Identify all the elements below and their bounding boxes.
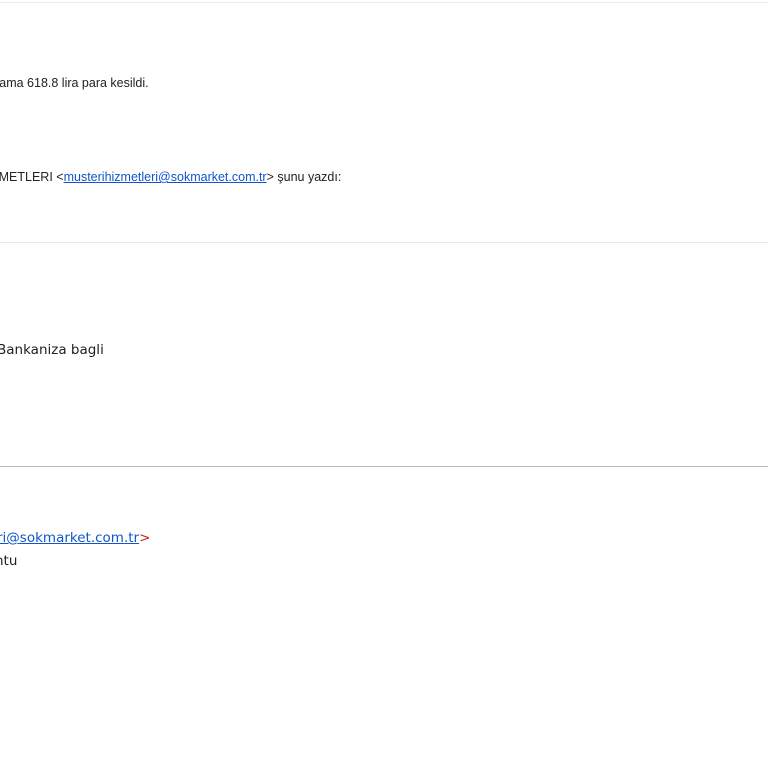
quoted-subject-text: ntu xyxy=(0,553,18,569)
quote-attribution-line: ZMETLERI <musterihizmetleri@sokmarket.co… xyxy=(0,169,341,185)
quote-divider xyxy=(0,242,768,243)
top-divider xyxy=(0,2,768,3)
quoted-from-line: ri@sokmarket.com.tr> xyxy=(0,529,150,547)
quoted-from-bracket: > xyxy=(139,530,151,546)
quote-sender-name: ZMETLERI < xyxy=(0,170,64,184)
quoted-header-divider xyxy=(0,466,768,467)
quoted-from-email-link[interactable]: ri@sokmarket.com.tr xyxy=(0,530,139,546)
quote-wrote-text: > şunu yazdı: xyxy=(266,170,342,184)
sender-email-link[interactable]: musterihizmetleri@sokmarket.com.tr xyxy=(64,170,267,184)
reply-message-text: i ama 618.8 lira para kesildi. xyxy=(0,75,149,91)
quoted-body-text: Bankaniza bagli xyxy=(0,342,104,358)
reply-text: i ama 618.8 lira para kesildi. xyxy=(0,76,149,90)
